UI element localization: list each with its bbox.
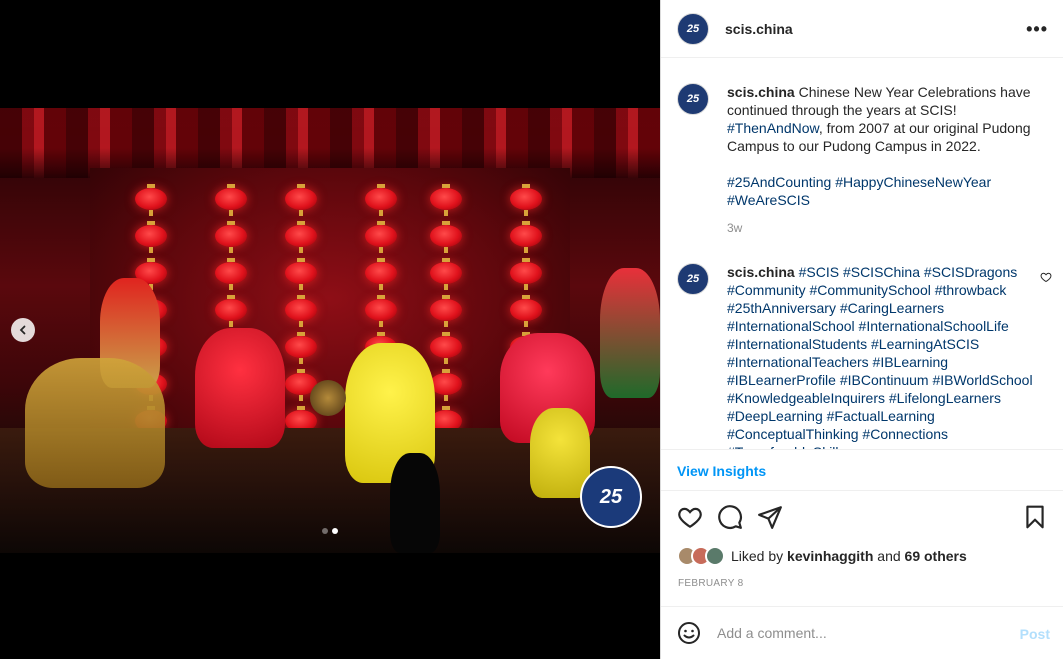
lantern-decoration: [215, 258, 247, 290]
lantern-decoration: [215, 295, 247, 327]
comments-section: 25 scis.china Chinese New Year Celebrati…: [661, 59, 1063, 449]
lantern-decoration: [135, 221, 167, 253]
carousel-dot-active: [332, 528, 338, 534]
heart-icon[interactable]: [677, 504, 703, 530]
ellipsis-icon[interactable]: •••: [1026, 19, 1048, 40]
hashtag-link[interactable]: #25AndCounting: [727, 174, 831, 190]
lantern-decoration: [215, 184, 247, 216]
photo-stage: [0, 108, 660, 553]
lantern-decoration: [285, 221, 317, 253]
lantern-decoration: [285, 258, 317, 290]
save-bookmark-icon[interactable]: [1022, 504, 1048, 530]
previous-photo-button[interactable]: [11, 318, 35, 342]
gong: [310, 380, 346, 416]
add-comment-bar: Post: [661, 606, 1063, 659]
comment-input[interactable]: [717, 625, 1007, 641]
comment-text: scis.china #SCIS #SCISChina #SCISDragons…: [727, 263, 1037, 449]
post-media[interactable]: 25: [0, 0, 660, 659]
lantern-decoration: [285, 184, 317, 216]
hashtag-list[interactable]: #SCIS #SCISChina #SCISDragons #Community…: [727, 264, 1033, 449]
hashtag-link[interactable]: #ThenAndNow: [727, 120, 819, 136]
post-date[interactable]: FEBRUARY 8: [678, 578, 743, 589]
lantern-decoration: [215, 221, 247, 253]
anniversary-logo-watermark: 25: [580, 466, 642, 528]
post-comment-button[interactable]: Post: [1020, 626, 1050, 642]
likes-middle: and: [873, 548, 905, 564]
action-bar: [677, 504, 1048, 532]
lantern-decoration: [285, 295, 317, 327]
lion-red-left: [195, 328, 285, 448]
lantern-decoration: [365, 295, 397, 327]
avatar-text: 25: [686, 273, 700, 285]
lantern-decoration: [365, 221, 397, 253]
avatar[interactable]: 25: [677, 12, 709, 45]
lantern-decoration: [430, 184, 462, 216]
lantern-decoration: [510, 221, 542, 253]
avatar[interactable]: 25: [677, 263, 709, 295]
view-insights-link[interactable]: View Insights: [661, 449, 1063, 491]
header-username[interactable]: scis.china: [725, 21, 793, 37]
lantern-decoration: [285, 332, 317, 364]
post-side-panel: 25 scis.china ••• 25 scis.china Chinese …: [660, 0, 1063, 659]
chevron-left-icon: [19, 325, 26, 335]
lantern-decoration: [135, 184, 167, 216]
watermark-text: 25: [599, 485, 623, 508]
carousel-indicator: [322, 528, 338, 534]
lion-yellow-right: [530, 408, 590, 498]
post-header: 25 scis.china •••: [661, 0, 1063, 58]
caption-username[interactable]: scis.china: [727, 84, 795, 100]
liker-username[interactable]: kevinhaggith: [787, 548, 873, 564]
performers-gold: [25, 358, 165, 488]
carousel-dot: [322, 528, 328, 534]
emoji-icon[interactable]: [677, 621, 701, 645]
comment-username[interactable]: scis.china: [727, 264, 795, 280]
likes-summary: Liked by kevinhaggith and 69 others: [677, 546, 967, 566]
like-comment-heart-icon[interactable]: [1040, 271, 1052, 283]
lantern-decoration: [510, 295, 542, 327]
lantern-decoration: [430, 258, 462, 290]
likes-text: Liked by kevinhaggith and 69 others: [731, 548, 967, 564]
lantern-decoration: [430, 221, 462, 253]
lantern-decoration: [430, 369, 462, 401]
share-icon[interactable]: [757, 504, 783, 530]
avatar-text: 25: [686, 22, 700, 35]
likes-others-link[interactable]: 69 others: [905, 548, 967, 564]
caption-timestamp[interactable]: 3w: [727, 221, 1037, 235]
lantern-decoration: [510, 258, 542, 290]
comment-icon[interactable]: [717, 504, 743, 530]
child-silhouette: [390, 453, 440, 553]
avatar[interactable]: 25: [677, 83, 709, 115]
lantern-decoration: [430, 332, 462, 364]
hashtag-link[interactable]: #HappyChineseNewYear: [835, 174, 991, 190]
lantern-decoration: [510, 184, 542, 216]
hashtag-link[interactable]: #WeAreSCIS: [727, 192, 810, 208]
lantern-decoration: [365, 184, 397, 216]
lantern-decoration: [365, 258, 397, 290]
caption-entry: 25 scis.china Chinese New Year Celebrati…: [677, 83, 1037, 235]
caption-text: scis.china Chinese New Year Celebrations…: [727, 83, 1037, 209]
likes-prefix: Liked by: [731, 548, 788, 564]
liker-avatar[interactable]: [705, 546, 725, 566]
dragon-right: [600, 268, 660, 398]
avatar-text: 25: [686, 93, 700, 105]
comment-entry: 25 scis.china #SCIS #SCISChina #SCISDrag…: [677, 263, 1037, 449]
lantern-decoration: [430, 295, 462, 327]
